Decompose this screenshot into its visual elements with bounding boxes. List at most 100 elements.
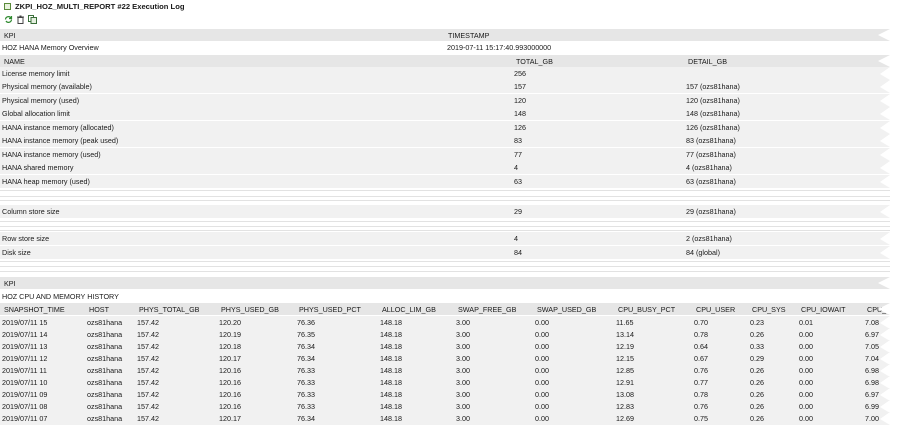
- table-row[interactable]: License memory limit 256: [0, 67, 890, 80]
- row-name: HANA instance memory (allocated): [2, 123, 114, 132]
- col-header-cpu-user[interactable]: CPU_USER: [696, 305, 735, 314]
- cell: 120.16: [219, 402, 241, 411]
- table-row[interactable]: HANA shared memory 4 4 (ozs81hana): [0, 161, 890, 174]
- kpi-column-header[interactable]: KPI: [4, 279, 16, 288]
- cell: 3.00: [456, 378, 470, 387]
- cell: 0.76: [694, 366, 708, 375]
- cell: 0.26: [750, 402, 764, 411]
- cell: 3.00: [456, 318, 470, 327]
- copy-icon[interactable]: [28, 15, 37, 24]
- cell: 157.42: [137, 330, 159, 339]
- col-header-host[interactable]: HOST: [89, 305, 109, 314]
- cell: 7.04: [865, 354, 879, 363]
- col-header-phys-used-pct[interactable]: PHYS_USED_PCT: [299, 305, 361, 314]
- cell: 2019/07/11 12: [2, 354, 48, 363]
- cell: 0.00: [535, 318, 549, 327]
- cell: 148.18: [380, 354, 402, 363]
- cell: 7.08: [865, 318, 879, 327]
- cell: 157.42: [137, 366, 159, 375]
- col-header-phys-used-gb[interactable]: PHYS_USED_GB: [221, 305, 279, 314]
- table-row[interactable]: Column store size 29 29 (ozs81hana): [0, 205, 890, 218]
- cell: 2019/07/11 11: [2, 366, 47, 375]
- name-column-header[interactable]: NAME: [4, 57, 25, 66]
- cell: 120.16: [219, 378, 241, 387]
- row-name: Row store size: [2, 234, 50, 243]
- cell: 0.00: [799, 366, 813, 375]
- cell: 120.20: [219, 318, 241, 327]
- cell: 120.19: [219, 330, 241, 339]
- cell: 0.00: [799, 378, 813, 387]
- cell: 0.77: [694, 378, 708, 387]
- cell: ozs81hana: [87, 354, 123, 363]
- col-header-cpu-busy-pct[interactable]: CPU_BUSY_PCT: [618, 305, 675, 314]
- row-total: 84: [514, 248, 522, 257]
- cell: 12.15: [616, 354, 634, 363]
- col-header-cpu-idle[interactable]: CPU_IDI: [867, 305, 890, 314]
- cell: ozs81hana: [87, 414, 123, 423]
- cell: 2019/07/11 10: [2, 378, 48, 387]
- cell: 157.42: [137, 414, 159, 423]
- kpi-row[interactable]: HOZ HANA Memory Overview 2019-07-11 15:1…: [0, 41, 890, 54]
- cell: 12.69: [616, 414, 634, 423]
- cell: 148.18: [380, 390, 402, 399]
- timestamp-column-header[interactable]: TIMESTAMP: [448, 31, 489, 40]
- cell: 120.16: [219, 390, 241, 399]
- kpi-column-header[interactable]: KPI: [4, 31, 16, 40]
- col-header-cpu-sys[interactable]: CPU_SYS: [752, 305, 786, 314]
- col-header-swap-used-gb[interactable]: SWAP_USED_GB: [537, 305, 596, 314]
- refresh-icon[interactable]: [4, 15, 13, 24]
- cell: 0.00: [535, 366, 549, 375]
- cell: 76.33: [297, 378, 315, 387]
- cell: 0.78: [694, 330, 708, 339]
- row-name: Global allocation limit: [2, 109, 70, 118]
- window-title: ZKPI_HOZ_MULTI_REPORT #22 Execution Log: [15, 2, 185, 11]
- cell: 11.65: [616, 318, 634, 327]
- delete-icon[interactable]: [16, 15, 25, 24]
- detail-gb-column-header[interactable]: DETAIL_GB: [688, 57, 727, 66]
- row-separator: [0, 226, 890, 227]
- col-header-cpu-iowait[interactable]: CPU_IOWAIT: [801, 305, 845, 314]
- total-gb-column-header[interactable]: TOTAL_GB: [516, 57, 553, 66]
- table-row[interactable]: Physical memory (used) 120 120 (ozs81han…: [0, 94, 890, 107]
- cell: 0.26: [750, 366, 764, 375]
- cell: 76.33: [297, 390, 315, 399]
- row-detail: 2 (ozs81hana): [686, 234, 732, 243]
- table-row[interactable]: Disk size 84 84 (global): [0, 246, 890, 259]
- row-total: 126: [514, 123, 526, 132]
- row-total: 256: [514, 69, 526, 78]
- col-header-snapshot-time[interactable]: SNAPSHOT_TIME: [4, 305, 65, 314]
- cell: 0.26: [750, 390, 764, 399]
- table-row[interactable]: Physical memory (available) 157 157 (ozs…: [0, 80, 890, 93]
- cell: ozs81hana: [87, 318, 123, 327]
- table-row[interactable]: HANA heap memory (used) 63 63 (ozs81hana…: [0, 175, 890, 188]
- row-total: 77: [514, 150, 522, 159]
- cell: 120.18: [219, 342, 241, 351]
- table-row[interactable]: HANA instance memory (allocated) 126 126…: [0, 121, 890, 134]
- cell: 3.00: [456, 342, 470, 351]
- kpi-row[interactable]: HOZ CPU AND MEMORY HISTORY: [0, 290, 890, 303]
- kpi-timestamp: 2019-07-11 15:17:40.993000000: [447, 43, 552, 52]
- row-name: HANA shared memory: [2, 163, 74, 172]
- table-row[interactable]: Row store size 4 2 (ozs81hana): [0, 232, 890, 245]
- table-row[interactable]: 2019/07/11 07 ozs81hana 157.42 120.17 76…: [0, 412, 890, 425]
- title-bar: ZKPI_HOZ_MULTI_REPORT #22 Execution Log: [0, 0, 900, 13]
- cell: 2019/07/11 13: [2, 342, 48, 351]
- col-header-swap-free-gb[interactable]: SWAP_FREE_GB: [458, 305, 516, 314]
- cell: 148.18: [380, 366, 402, 375]
- row-separator: [0, 196, 890, 197]
- cell: 0.67: [694, 354, 708, 363]
- cell: 0.29: [750, 354, 764, 363]
- cell: 0.00: [535, 402, 549, 411]
- col-header-phys-total-gb[interactable]: PHYS_TOTAL_GB: [139, 305, 199, 314]
- cell: 12.91: [616, 378, 634, 387]
- row-name: HANA instance memory (peak used): [2, 136, 119, 145]
- table-row[interactable]: Global allocation limit 148 148 (ozs81ha…: [0, 107, 890, 120]
- cell: 76.33: [297, 366, 315, 375]
- col-header-alloc-lim-gb[interactable]: ALLOC_LIM_GB: [382, 305, 436, 314]
- cell: 76.33: [297, 402, 315, 411]
- cell: 148.18: [380, 402, 402, 411]
- table-row[interactable]: HANA instance memory (peak used) 83 83 (…: [0, 134, 890, 147]
- table-row[interactable]: HANA instance memory (used) 77 77 (ozs81…: [0, 148, 890, 161]
- cell: 120.16: [219, 366, 241, 375]
- cell: 3.00: [456, 414, 470, 423]
